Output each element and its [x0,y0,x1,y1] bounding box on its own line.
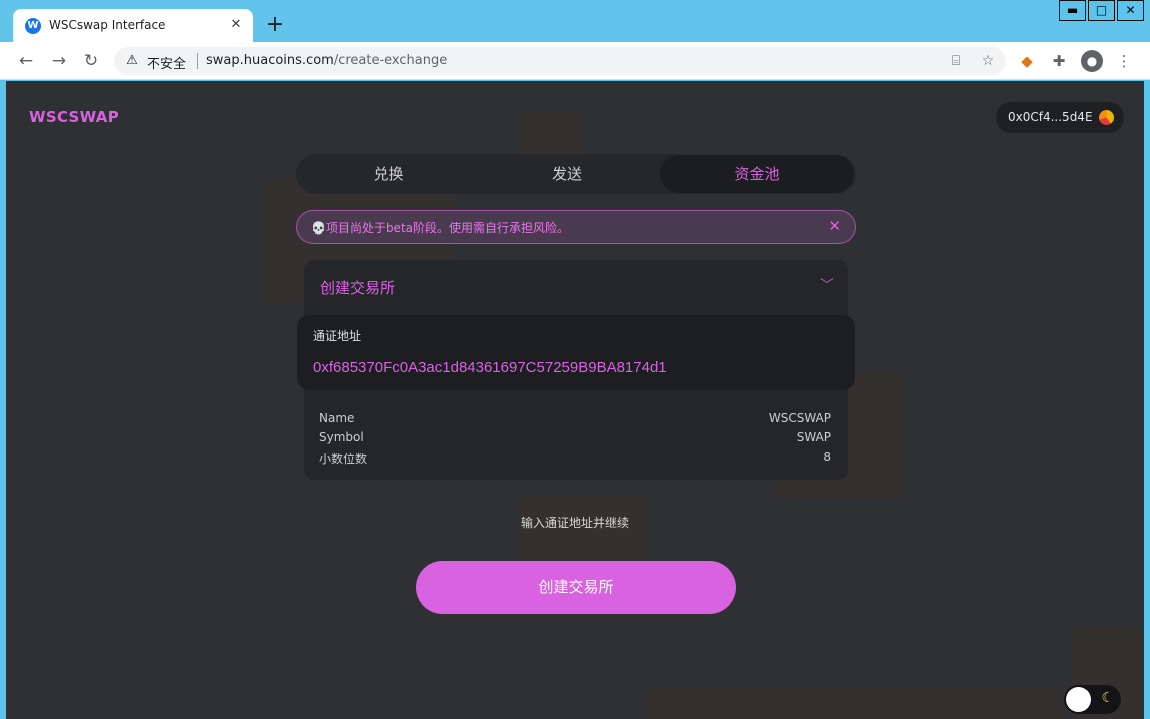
tab-send[interactable]: 发送 [481,154,653,194]
info-label: 小数位数 [319,452,368,466]
background-decoration [520,111,582,155]
create-exchange-dropdown[interactable]: 创建交易所 [320,277,395,298]
info-label: Symbol [319,430,364,444]
beta-warning-banner: 💀项目尚处于beta阶段。使用需自行承担风险。 ✕ [296,210,856,244]
beta-warning-text: 💀项目尚处于beta阶段。使用需自行承担风险。 [311,221,570,235]
divider [197,53,198,69]
main-tabs: 兑换 发送 资金池 [296,154,856,194]
info-value: 8 [823,450,831,464]
info-row-name: Name WSCSWAP [319,411,831,430]
minimize-button[interactable]: ▬ [1059,0,1086,21]
warning-icon[interactable]: ⚠ [124,53,140,69]
metamask-icon[interactable]: ◆ [1016,50,1038,72]
close-window-button[interactable]: ✕ [1117,0,1144,21]
browser-toolbar: ← → ↻ ⚠ 不安全 swap.huacoins.com/create-exc… [0,42,1150,80]
token-address-input[interactable]: 通证地址 0xf685370Fc0A3ac1d84361697C57259B9B… [297,315,855,390]
theme-toggle[interactable]: ☾ [1064,685,1121,714]
app-logo[interactable]: WSCSWAP [29,108,119,126]
wallet-button[interactable]: 0x0Cf4...5d4E [996,102,1124,133]
info-label: Name [319,411,355,425]
wallet-avatar-icon [1099,110,1114,125]
translate-icon[interactable]: ⌸ [946,51,966,71]
token-address-label: 通证地址 [313,329,362,343]
chevron-down-icon[interactable]: ﹀ [820,275,834,295]
wscswap-favicon-icon: W [25,18,41,34]
forward-icon[interactable]: → [47,49,71,73]
url-text[interactable]: swap.huacoins.com/create-exchange [206,53,447,68]
reload-icon[interactable]: ↻ [79,49,103,73]
hint-text: 输入通证地址并继续 [520,516,629,530]
close-icon[interactable]: ✕ [828,217,841,235]
address-bar[interactable]: ⚠ 不安全 swap.huacoins.com/create-exchange … [114,47,1006,75]
tab-swap[interactable]: 兑换 [296,154,481,194]
tab-close-icon[interactable]: ✕ [227,16,245,34]
info-row-symbol: Symbol SWAP [319,430,831,449]
info-row-decimals: 小数位数 8 [319,450,831,469]
background-decoration [518,496,648,566]
window-controls: ▬ □ ✕ [1057,0,1144,22]
browser-titlebar: W WSCswap Interface ✕ + ▬ □ ✕ [0,0,1150,42]
create-exchange-button[interactable]: 创建交易所 [416,561,736,614]
page-content: WSCSWAP 0x0Cf4...5d4E 兑换 发送 资金池 💀项目尚处于be… [6,81,1144,719]
browser-tab[interactable]: W WSCswap Interface ✕ [13,9,253,42]
moon-icon: ☾ [1101,690,1114,706]
toggle-knob [1066,687,1091,712]
profile-icon[interactable]: ● [1081,50,1103,72]
security-label[interactable]: 不安全 [147,53,186,72]
extensions-icon[interactable]: ✚ [1048,50,1070,72]
token-address-value[interactable]: 0xf685370Fc0A3ac1d84361697C57259B9BA8174… [313,359,667,376]
menu-icon[interactable]: ⋮ [1113,50,1135,72]
background-decoration [646,687,1066,719]
tab-pool[interactable]: 资金池 [660,155,854,193]
new-tab-icon[interactable]: + [263,14,287,38]
info-value: WSCSWAP [768,411,831,425]
info-value: SWAP [796,430,831,444]
maximize-button[interactable]: □ [1088,0,1115,21]
tab-title: WSCswap Interface [49,18,166,32]
star-icon[interactable]: ☆ [978,51,998,71]
back-icon[interactable]: ← [14,49,38,73]
wallet-address: 0x0Cf4...5d4E [1008,110,1093,124]
